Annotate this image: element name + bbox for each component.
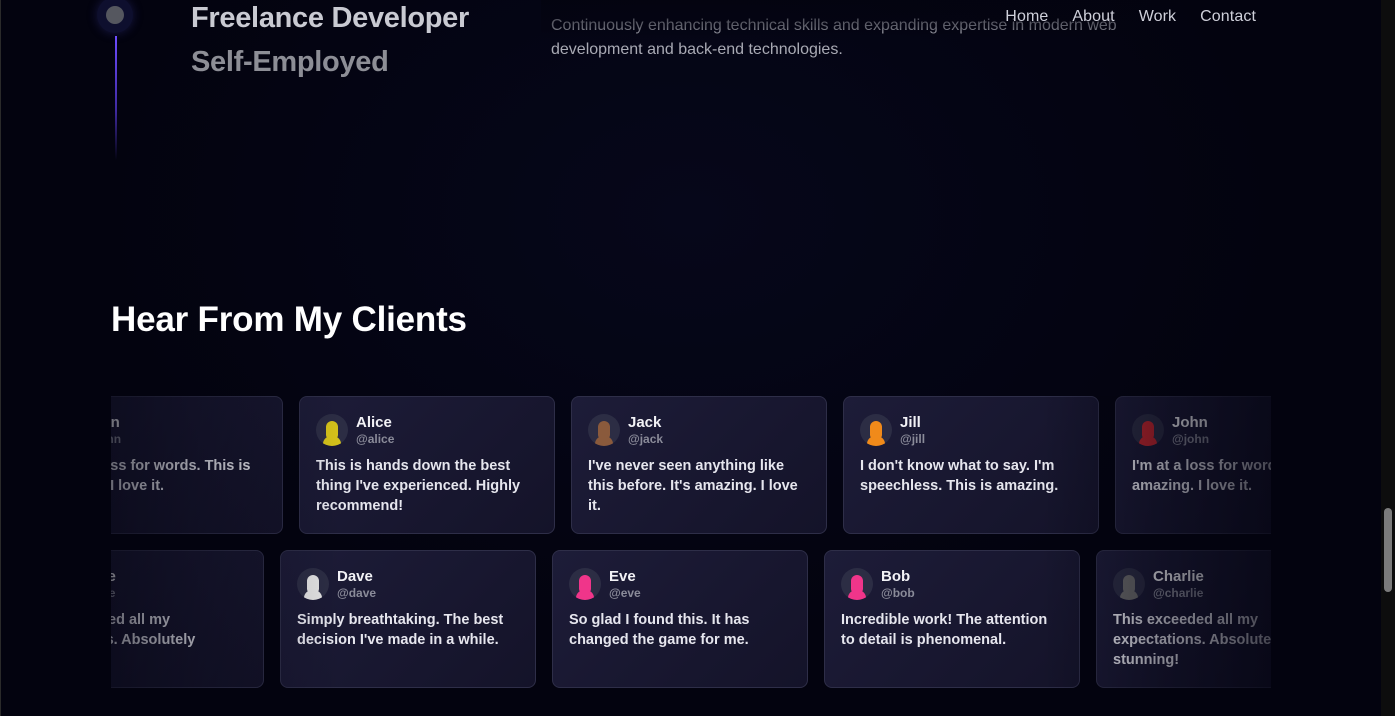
timeline-dot-icon <box>97 0 133 33</box>
testimonial-text: This exceeded all my expectations. Absol… <box>111 612 196 648</box>
testimonial-card: Bob @bob Incredible work! The attention to… <box>824 550 1080 688</box>
testimonial-name: Charlie <box>1153 568 1204 585</box>
testimonial-name-block: John@john <box>1172 415 1209 445</box>
testimonial-card: Alice @alice This is hands down the best t… <box>299 396 555 534</box>
testimonial-card-header: Eve @eve <box>569 568 791 600</box>
testimonial-name: Charlie <box>111 568 116 585</box>
testimonial-name-block: Bob @bob <box>881 569 915 599</box>
testimonial-name-block: John@john <box>111 415 121 445</box>
testimonial-handle: @alice <box>356 432 395 446</box>
nav-home-link[interactable]: Home <box>1005 8 1048 26</box>
testimonial-row-2: Charlie@charlieThis exceeded all my expe… <box>111 550 1271 690</box>
avatar-face <box>579 575 591 593</box>
nav-contact-link[interactable]: Contact <box>1200 8 1256 26</box>
user-avatar-icon <box>297 568 329 600</box>
testimonial-card-header: Bob @bob <box>841 568 1063 600</box>
nav-work-link[interactable]: Work <box>1139 8 1176 26</box>
page-scrollbar[interactable] <box>1381 0 1395 716</box>
avatar-face <box>326 421 338 439</box>
testimonial-name-block: Jack @jack <box>628 415 663 445</box>
testimonial-handle: @bob <box>881 586 915 600</box>
testimonial-name-block: Charlie@charlie <box>1153 569 1204 599</box>
testimonial-card: John@john I'm at a loss for words. This i… <box>111 396 283 534</box>
avatar-face <box>1123 575 1135 593</box>
testimonial-handle: @charlie <box>111 586 116 600</box>
testimonial-name: Alice <box>356 414 392 431</box>
testimonial-card: Jack @jack I've never seen anything like t… <box>571 396 827 534</box>
testimonial-text: So glad I found this. It has changed the… <box>569 612 750 648</box>
nav-about-link[interactable]: About <box>1072 8 1114 26</box>
testimonial-track-1: John@johnI'm at a loss for words. This i… <box>111 396 1271 534</box>
testimonial-name-block: Eve @eve <box>609 569 641 599</box>
testimonial-card-header: Dave @dave <box>297 568 519 600</box>
testimonial-handle: @jill <box>900 432 926 446</box>
testimonial-text: I'm at a loss for words. This is amazing… <box>111 458 251 494</box>
testimonial-text: This exceeded all my expectations. Absol… <box>1113 612 1271 668</box>
testimonial-handle: @charlie <box>1153 586 1204 600</box>
testimonial-handle: @john <box>1172 432 1210 446</box>
user-avatar-icon <box>1132 414 1164 446</box>
testimonial-text: I've never seen anything like this befor… <box>588 458 798 514</box>
testimonial-text: I'm at a loss for words. This is amazing… <box>1132 458 1271 494</box>
testimonial-card: Charlie@charlie This exceeded all my expe… <box>111 550 264 688</box>
avatar-face <box>598 421 610 439</box>
testimonial-card: Charlie@charlie This exceeded all my expe… <box>1096 550 1271 688</box>
testimonial-card: John@john I'm at a loss for words. This i… <box>1115 396 1271 534</box>
testimonial-text: This is hands down the best thing I've e… <box>316 458 521 514</box>
testimonial-card: Jill @jill I don't know what to say. I'm s… <box>843 396 1099 534</box>
user-avatar-icon <box>316 414 348 446</box>
avatar-face <box>851 575 863 593</box>
testimonial-name: Eve <box>609 568 636 585</box>
testimonial-name: Dave <box>337 568 373 585</box>
testimonial-name-block: Charlie@charlie <box>111 569 116 599</box>
testimonial-handle: @eve <box>609 586 641 600</box>
avatar-face <box>307 575 319 593</box>
avatar-face <box>870 421 882 439</box>
testimonial-card-header: Charlie@charlie <box>1113 568 1271 600</box>
testimonial-name: Bob <box>881 568 911 585</box>
testimonial-text: I don't know what to say. I'm speechless… <box>860 458 1059 494</box>
testimonial-name-block: Jill @jill <box>900 415 925 445</box>
testimonial-name: John <box>1172 414 1208 431</box>
user-avatar-icon <box>860 414 892 446</box>
testimonial-name-block: Alice @alice <box>356 415 394 445</box>
user-avatar-icon <box>569 568 601 600</box>
testimonial-card-header: Alice @alice <box>316 414 538 446</box>
page-frame: Home About Work Contact Freelance Develo… <box>0 0 1381 716</box>
scrollbar-thumb[interactable] <box>1384 508 1392 592</box>
testimonial-name: Jack <box>628 414 662 431</box>
user-avatar-icon <box>588 414 620 446</box>
testimonial-name-block: Dave @dave <box>337 569 376 599</box>
testimonial-text: Simply breathtaking. The best decision I… <box>297 612 504 648</box>
avatar-face <box>1142 421 1154 439</box>
testimonial-card-header: Jill @jill <box>860 414 1082 446</box>
user-avatar-icon <box>1113 568 1145 600</box>
testimonial-card-header: Charlie@charlie <box>111 568 247 600</box>
testimonial-text: Incredible work! The attention to detail… <box>841 612 1048 648</box>
user-avatar-icon <box>841 568 873 600</box>
testimonial-card-header: John@john <box>1132 414 1271 446</box>
experience-company: Self-Employed <box>191 46 389 78</box>
testimonial-card: Dave @dave Simply breathtaking. The best d… <box>280 550 536 688</box>
top-nav: Home About Work Contact <box>1005 8 1256 26</box>
timeline-dot-center <box>106 6 124 24</box>
timeline-line <box>115 36 117 160</box>
testimonial-card-header: John@john <box>111 414 266 446</box>
testimonial-card-header: Jack @jack <box>588 414 810 446</box>
testimonial-handle: @john <box>111 432 122 446</box>
testimonial-card: Eve @eve So glad I found this. It has chan… <box>552 550 808 688</box>
experience-title: Freelance Developer <box>191 2 469 34</box>
testimonials-heading: Hear From My Clients <box>111 300 467 339</box>
testimonial-track-2: Charlie@charlieThis exceeded all my expe… <box>111 550 1271 688</box>
testimonial-row-1: John@johnI'm at a loss for words. This i… <box>111 396 1271 536</box>
testimonial-handle: @dave <box>337 586 377 600</box>
testimonial-name: Jill <box>900 414 921 431</box>
testimonial-handle: @jack <box>628 432 664 446</box>
testimonial-name: John <box>111 414 120 431</box>
